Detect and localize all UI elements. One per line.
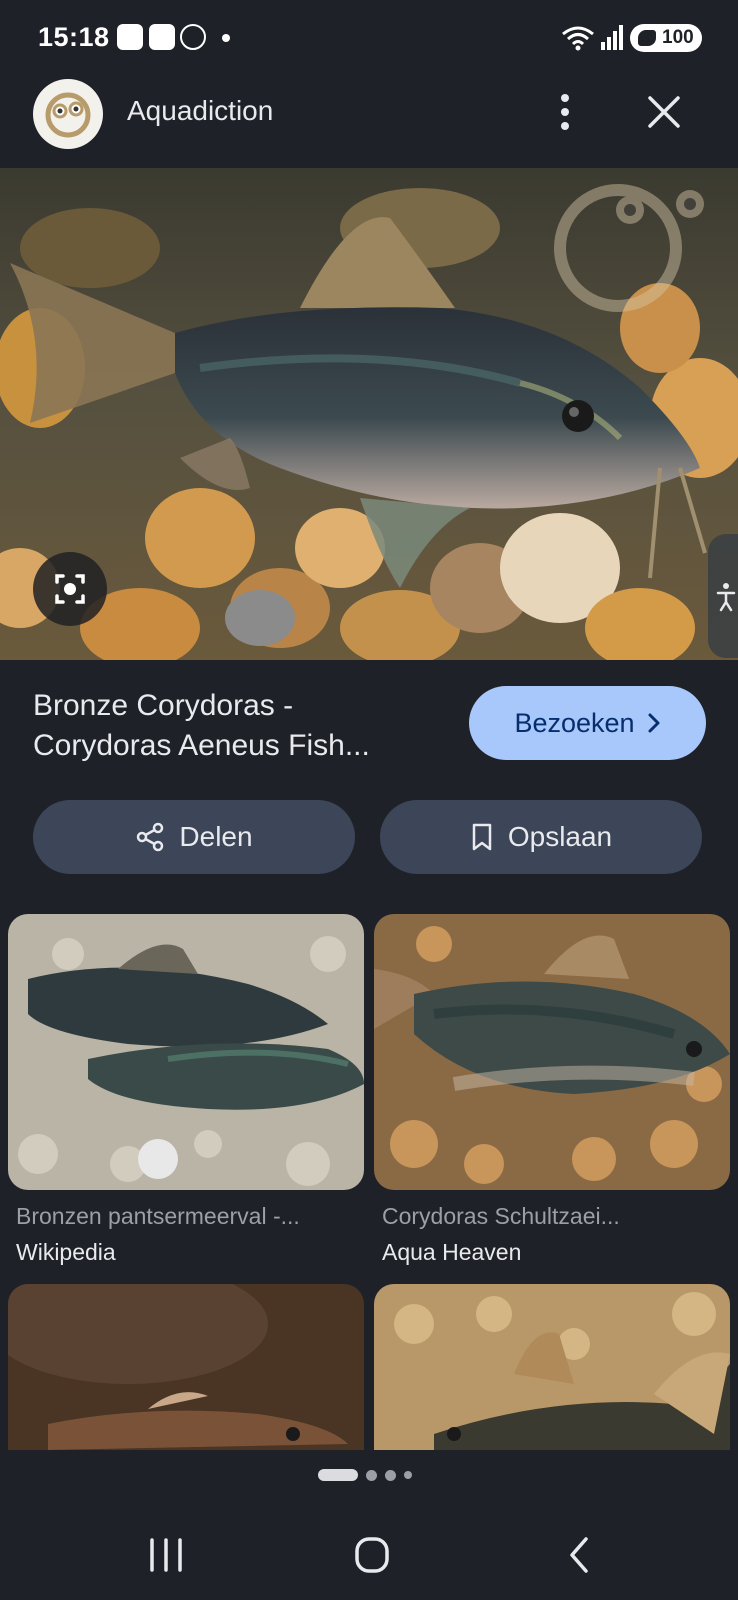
result-title: Bronze Corydoras - Corydoras Aeneus Fish… xyxy=(33,686,453,766)
result-title-line2: Corydoras Aeneus Fish... xyxy=(33,729,370,762)
pager-dot xyxy=(366,1469,377,1481)
related-image-2[interactable] xyxy=(374,914,730,1190)
pager-indicator xyxy=(318,1468,412,1482)
shopping-bag-icon xyxy=(117,24,143,50)
recents-icon[interactable] xyxy=(138,1530,198,1580)
more-vert-icon[interactable] xyxy=(552,90,578,134)
battery-level: 100 xyxy=(662,27,694,48)
battery-icon: 100 xyxy=(630,24,702,52)
save-button-label: Opslaan xyxy=(507,821,613,852)
related-image-4[interactable] xyxy=(374,1284,730,1450)
share-icon xyxy=(137,822,164,852)
related-source-1: Wikipedia xyxy=(16,1239,116,1265)
site-name[interactable]: Aquadiction xyxy=(127,95,273,127)
visit-button[interactable]: Bezoeken xyxy=(469,686,706,760)
chevron-right-icon xyxy=(648,713,660,733)
pager-dot-active xyxy=(318,1469,358,1481)
visit-button-label: Bezoeken xyxy=(514,707,635,738)
pager-dot xyxy=(385,1469,396,1481)
share-button[interactable]: Delen xyxy=(33,800,355,874)
related-image-1[interactable] xyxy=(8,914,364,1190)
wifi-icon xyxy=(562,26,594,51)
share-button-label: Delen xyxy=(179,821,253,852)
google-lens-icon[interactable] xyxy=(33,552,107,626)
accessibility-icon[interactable] xyxy=(708,534,738,658)
image-viewer-page: 15:18 100 Aquadiction Bronze Corydoras -… xyxy=(0,0,738,1600)
app-j-icon xyxy=(149,24,175,50)
back-icon[interactable] xyxy=(552,1530,612,1580)
related-image-3[interactable] xyxy=(8,1284,364,1450)
aquadiction-logo-icon[interactable] xyxy=(33,79,103,149)
battery-saver-icon xyxy=(638,30,656,46)
bookmark-icon xyxy=(472,823,492,851)
save-button[interactable]: Opslaan xyxy=(380,800,702,874)
status-bar: 15:18 100 xyxy=(0,0,738,76)
notification-dot-icon xyxy=(222,34,230,42)
pager-dot xyxy=(404,1471,412,1479)
vine-app-icon xyxy=(180,24,206,50)
related-title-1[interactable]: Bronzen pantsermeerval -... xyxy=(16,1203,366,1230)
related-source-2: Aqua Heaven xyxy=(382,1239,522,1265)
close-icon[interactable] xyxy=(644,92,684,132)
viewer-header: Aquadiction xyxy=(0,76,738,166)
status-time: 15:18 xyxy=(38,22,110,52)
signal-icon xyxy=(601,25,623,50)
result-title-line1: Bronze Corydoras - xyxy=(33,689,294,722)
main-image[interactable] xyxy=(0,168,738,660)
related-title-2[interactable]: Corydoras Schultzaei... xyxy=(382,1203,732,1230)
home-icon[interactable] xyxy=(343,1530,403,1580)
